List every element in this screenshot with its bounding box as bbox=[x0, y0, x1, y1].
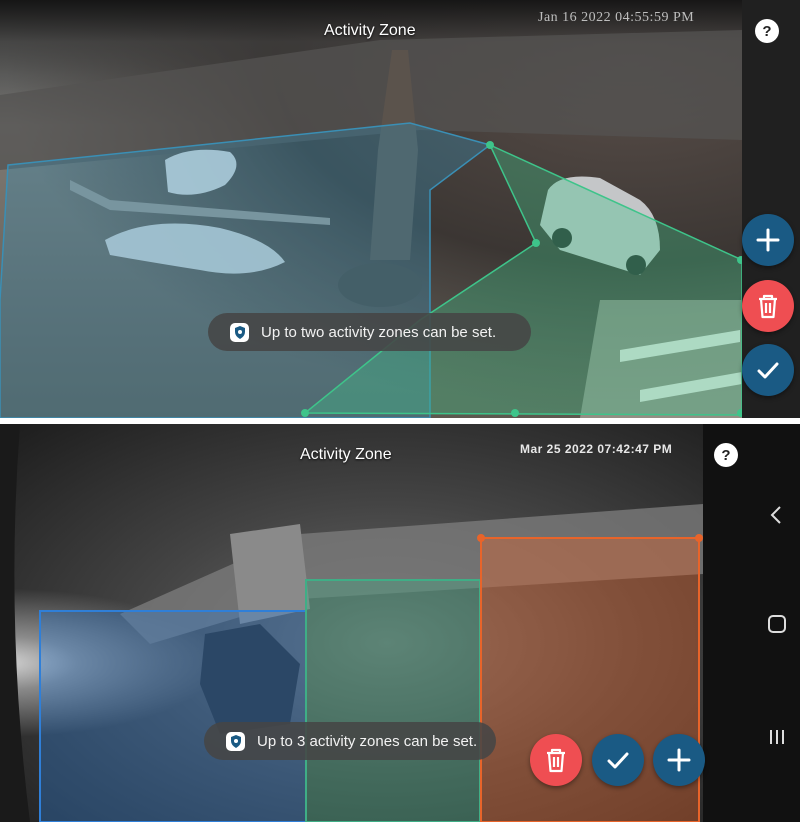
page-title: Activity Zone bbox=[300, 446, 392, 463]
help-button[interactable]: ? bbox=[714, 443, 738, 467]
home-icon bbox=[768, 615, 786, 633]
camera-feed bbox=[0, 0, 742, 418]
nav-recents-button[interactable] bbox=[768, 727, 786, 752]
nav-back-button[interactable] bbox=[768, 504, 784, 531]
back-icon bbox=[770, 506, 781, 524]
recents-icon bbox=[770, 730, 784, 744]
camera-timestamp: Mar 25 2022 07:42:47 PM bbox=[520, 442, 673, 456]
shield-icon bbox=[230, 322, 249, 342]
toast-message: Up to two activity zones can be set. bbox=[261, 323, 497, 341]
plus-icon bbox=[756, 228, 780, 252]
activity-zone-1[interactable] bbox=[39, 610, 307, 822]
help-button[interactable]: ? bbox=[755, 19, 779, 43]
plus-icon bbox=[667, 748, 691, 772]
confirm-zone-button[interactable] bbox=[742, 344, 794, 396]
trash-icon bbox=[547, 748, 565, 773]
add-zone-button[interactable] bbox=[742, 214, 794, 266]
check-icon bbox=[607, 752, 629, 769]
delete-zone-button[interactable] bbox=[530, 734, 582, 786]
zone-overlay bbox=[0, 122, 742, 418]
activity-zone-2[interactable] bbox=[305, 579, 481, 822]
trash-icon bbox=[759, 294, 777, 319]
activity-zone-screen-bottom: Activity Zone Mar 25 2022 07:42:47 PM ? … bbox=[0, 424, 800, 822]
zone-limit-toast: Up to 3 activity zones can be set. bbox=[204, 722, 496, 760]
activity-zone-screen-top: Activity Zone Jan 16 2022 04:55:59 PM ? … bbox=[0, 0, 800, 418]
page-title: Activity Zone bbox=[324, 22, 416, 39]
confirm-zone-button[interactable] bbox=[592, 734, 644, 786]
question-icon: ? bbox=[762, 22, 772, 40]
question-icon: ? bbox=[721, 446, 731, 464]
camera-timestamp: Jan 16 2022 04:55:59 PM bbox=[538, 10, 695, 25]
toast-message: Up to 3 activity zones can be set. bbox=[257, 732, 478, 750]
delete-zone-button[interactable] bbox=[742, 280, 794, 332]
zone-limit-toast: Up to two activity zones can be set. bbox=[208, 313, 531, 351]
shield-icon bbox=[226, 731, 245, 751]
check-icon bbox=[757, 362, 779, 379]
add-zone-button[interactable] bbox=[653, 734, 705, 786]
nav-home-button[interactable] bbox=[767, 614, 787, 639]
